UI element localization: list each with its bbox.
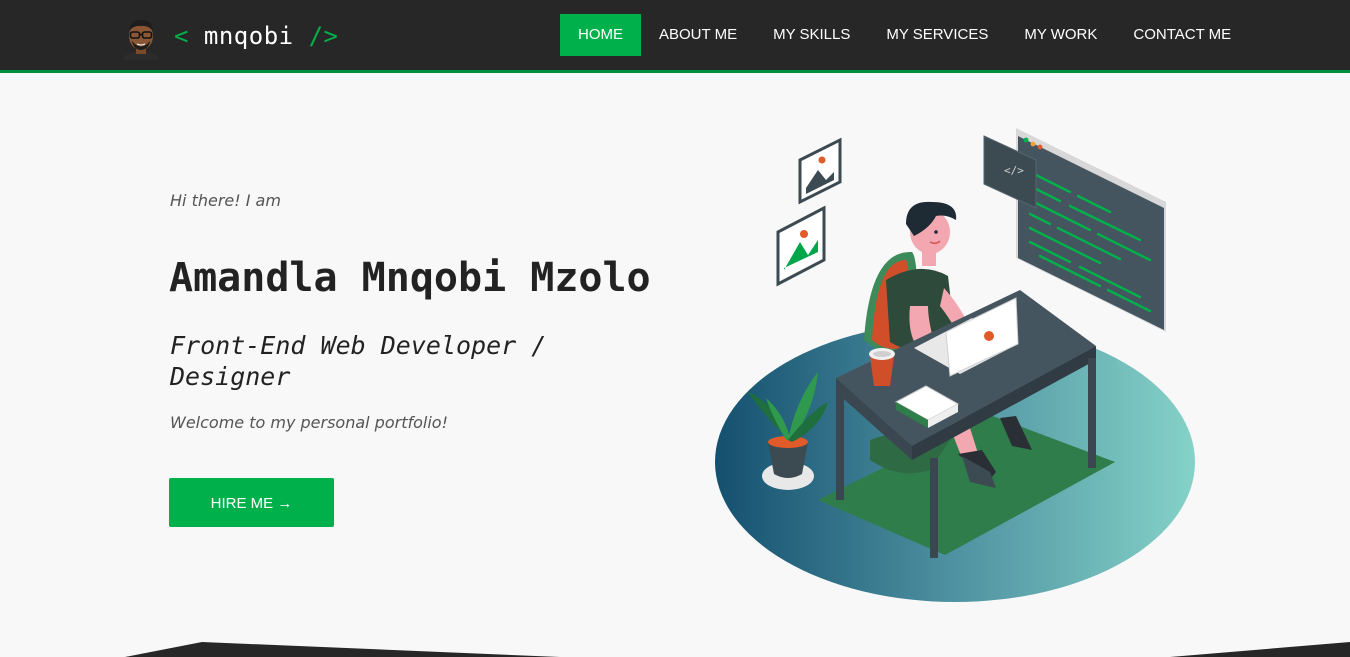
brand-name: mnqobi xyxy=(203,22,294,50)
brand-logo[interactable]: < mnqobi /> xyxy=(174,18,338,54)
picture-frame-icon xyxy=(798,137,842,205)
nav-item-work[interactable]: MY WORK xyxy=(1006,14,1115,56)
hero-greeting: Hi there! I am xyxy=(170,191,281,210)
nav-item-contact[interactable]: CONTACT ME xyxy=(1115,14,1249,56)
brand-open-tag: < xyxy=(174,22,189,50)
nav-item-skills[interactable]: MY SKILLS xyxy=(755,14,868,56)
avatar[interactable] xyxy=(120,16,162,60)
hero-welcome: Welcome to my personal portfolio! xyxy=(170,413,448,432)
hero-name: Amandla Mnqobi Mzolo xyxy=(169,255,651,301)
hero-illustration: </> xyxy=(715,128,1195,602)
hero-role: Front-End Web Developer / Designer xyxy=(170,331,547,391)
nav-item-about[interactable]: ABOUT ME xyxy=(641,14,755,56)
navbar: < mnqobi /> HOME ABOUT ME MY SKILLS MY S… xyxy=(0,0,1350,73)
code-glyph: </> xyxy=(1004,164,1024,177)
brand-close-tag: /> xyxy=(308,22,339,50)
nav-menu: HOME ABOUT ME MY SKILLS MY SERVICES MY W… xyxy=(560,14,1249,56)
hire-me-button[interactable]: HIRE ME → xyxy=(169,478,334,527)
picture-frame-icon xyxy=(776,205,826,287)
nav-item-home[interactable]: HOME xyxy=(560,14,641,56)
section-divider xyxy=(125,642,1350,657)
nav-item-services[interactable]: MY SERVICES xyxy=(868,14,1006,56)
